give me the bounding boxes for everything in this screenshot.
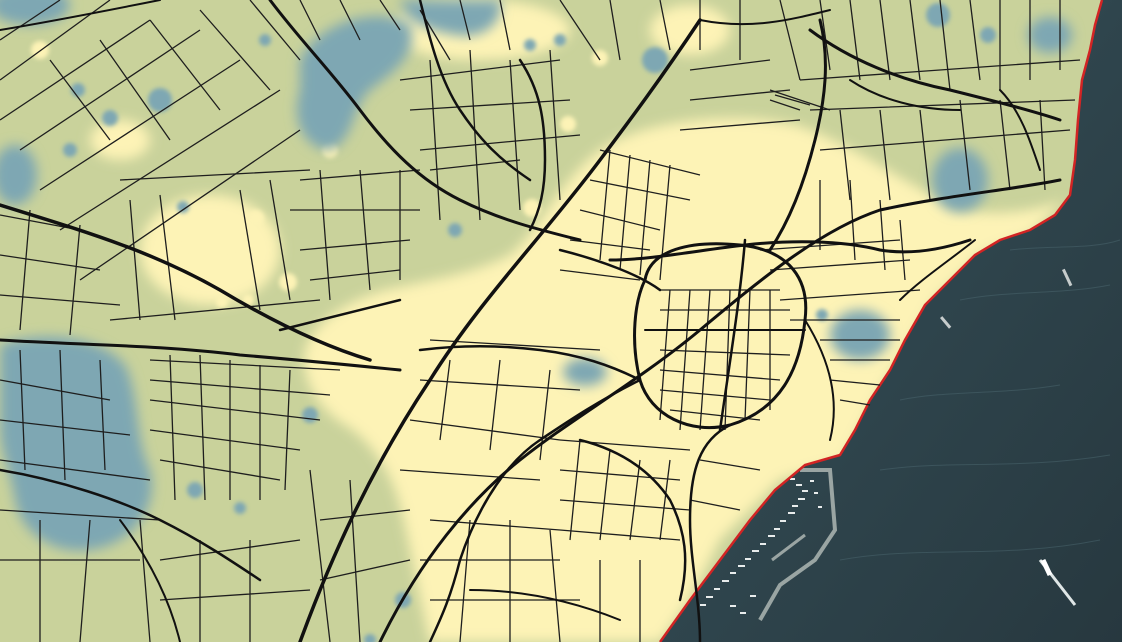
map-view[interactable] bbox=[0, 0, 1122, 642]
